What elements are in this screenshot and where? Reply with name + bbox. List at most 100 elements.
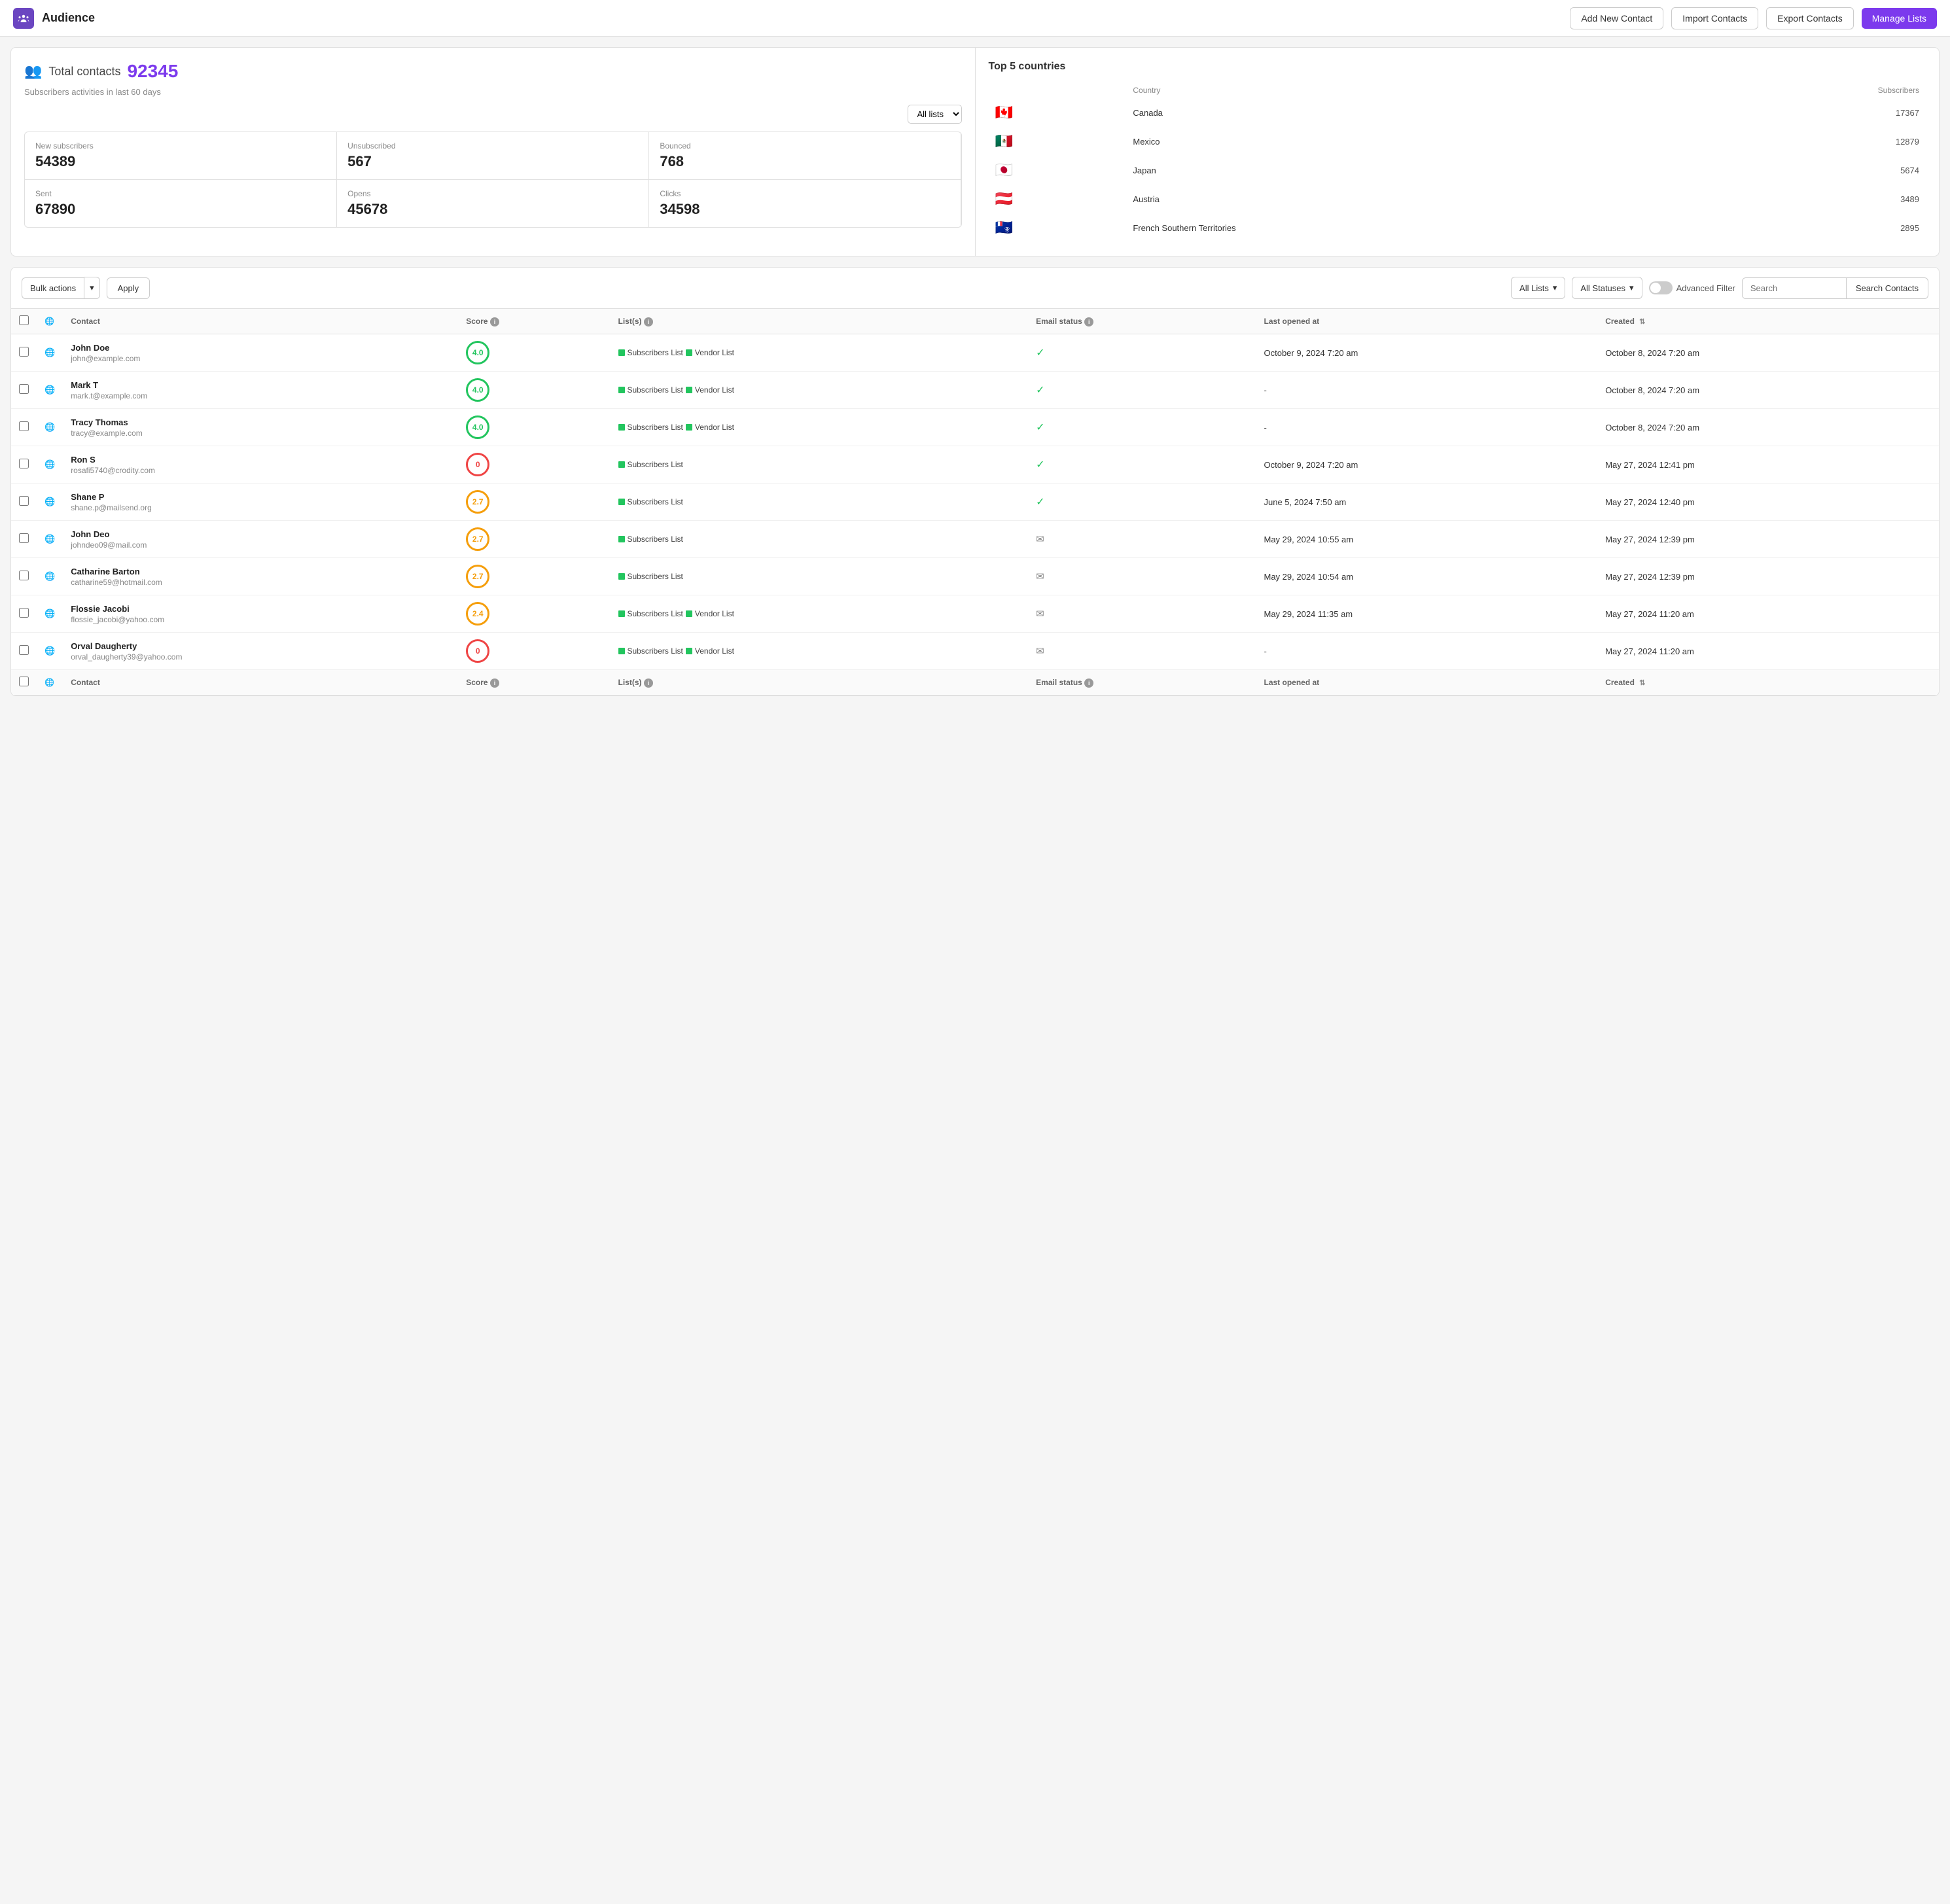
metrics-grid: New subscribers54389Unsubscribed567Bounc… (24, 132, 962, 228)
score-cell: 4.0 (458, 409, 610, 446)
bulk-actions-button[interactable]: Bulk actions (22, 277, 84, 299)
footer-email-status-info-icon[interactable]: i (1084, 679, 1093, 688)
metric-label: New subscribers (35, 141, 326, 150)
country-flag: 🇲🇽 (990, 128, 1127, 155)
all-statuses-dropdown[interactable]: All Statuses ▾ (1572, 277, 1642, 299)
search-contacts-button[interactable]: Search Contacts (1847, 277, 1928, 299)
row-checkbox[interactable] (19, 347, 29, 357)
row-checkbox[interactable] (19, 571, 29, 580)
all-lists-dropdown[interactable]: All Lists ▾ (1511, 277, 1565, 299)
footer-col-created: Created ⇅ (1597, 670, 1939, 696)
country-row: 🇲🇽 Mexico 12879 (990, 128, 1925, 155)
footer-col-score: Score i (458, 670, 610, 696)
select-all-checkbox[interactable] (19, 315, 29, 325)
filters-bar: Bulk actions ▾ Apply All Lists ▾ All Sta… (11, 268, 1939, 309)
row-checkbox[interactable] (19, 421, 29, 431)
table-row: 🌐 John Deo johndeo09@mail.com 2.7 Subscr… (11, 521, 1939, 558)
add-contact-button[interactable]: Add New Contact (1570, 7, 1663, 29)
country-flag: 🇨🇦 (990, 99, 1127, 126)
bulk-actions-chevron[interactable]: ▾ (84, 277, 100, 299)
row-checkbox-cell (11, 334, 37, 372)
table-header-row: 🌐 Contact Score i List(s) i Email status… (11, 309, 1939, 334)
score-cell: 0 (458, 633, 610, 670)
col-contact-header: Contact (63, 309, 458, 334)
footer-col-last-opened: Last opened at (1256, 670, 1598, 696)
row-checkbox-cell (11, 595, 37, 633)
manage-lists-button[interactable]: Manage Lists (1862, 8, 1937, 29)
email-status-cell: ✉ (1028, 521, 1256, 558)
last-opened-cell: May 29, 2024 11:35 am (1256, 595, 1598, 633)
row-checkbox[interactable] (19, 533, 29, 543)
list-dot (618, 610, 625, 617)
import-contacts-button[interactable]: Import Contacts (1671, 7, 1758, 29)
created-sort-icon[interactable]: ⇅ (1639, 318, 1645, 326)
lists-info-icon[interactable]: i (644, 317, 653, 326)
row-checkbox[interactable] (19, 459, 29, 468)
advanced-filter-label: Advanced Filter (1676, 283, 1735, 293)
score-circle: 0 (466, 453, 489, 476)
last-opened-cell: - (1256, 633, 1598, 670)
list-tag: Subscribers List (618, 646, 683, 656)
list-tag: Vendor List (686, 646, 734, 656)
row-globe-icon: 🌐 (44, 347, 55, 357)
contact-name[interactable]: Orval Daugherty (71, 641, 450, 651)
contact-name[interactable]: Shane P (71, 492, 450, 502)
list-tag: Subscribers List (618, 535, 683, 544)
advanced-filter-toggle[interactable] (1649, 281, 1673, 294)
footer-created-sort-icon[interactable]: ⇅ (1639, 679, 1645, 687)
score-cell: 4.0 (458, 334, 610, 372)
contact-cell: John Doe john@example.com (63, 334, 458, 372)
score-circle: 4.0 (466, 341, 489, 364)
footer-select-all-checkbox[interactable] (19, 677, 29, 686)
contact-name[interactable]: Ron S (71, 455, 450, 465)
row-globe-cell: 🌐 (37, 558, 63, 595)
email-status-info-icon[interactable]: i (1084, 317, 1093, 326)
contact-cell: Ron S rosafi5740@crodity.com (63, 446, 458, 484)
col-email-status-header: Email status i (1028, 309, 1256, 334)
email-status-cell: ✓ (1028, 409, 1256, 446)
search-input[interactable] (1742, 277, 1847, 299)
app-logo (13, 8, 34, 29)
total-contacts-row: 👥 Total contacts 92345 (24, 61, 962, 82)
contact-name[interactable]: John Doe (71, 343, 450, 353)
all-lists-select[interactable]: All lists (908, 105, 962, 124)
score-info-icon[interactable]: i (490, 317, 499, 326)
row-globe-icon: 🌐 (44, 385, 55, 395)
row-globe-cell: 🌐 (37, 372, 63, 409)
footer-globe-header: 🌐 (37, 670, 63, 696)
contact-name[interactable]: Mark T (71, 380, 450, 390)
contact-cell: John Deo johndeo09@mail.com (63, 521, 458, 558)
row-checkbox[interactable] (19, 496, 29, 506)
score-cell: 2.7 (458, 558, 610, 595)
row-checkbox-cell (11, 633, 37, 670)
apply-button[interactable]: Apply (107, 277, 151, 299)
contact-name[interactable]: Flossie Jacobi (71, 604, 450, 614)
globe-icon: 🌐 (44, 317, 54, 326)
footer-lists-info-icon[interactable]: i (644, 679, 653, 688)
contact-name[interactable]: Catharine Barton (71, 567, 450, 576)
table-row: 🌐 Catharine Barton catharine59@hotmail.c… (11, 558, 1939, 595)
created-cell: May 27, 2024 12:41 pm (1597, 446, 1939, 484)
email-status-check: ✓ (1036, 422, 1044, 433)
lists-cell: Subscribers ListVendor List (611, 334, 1029, 372)
metric-value: 54389 (35, 153, 326, 170)
contact-name[interactable]: Tracy Thomas (71, 417, 450, 427)
row-checkbox[interactable] (19, 645, 29, 655)
list-dot (686, 387, 692, 393)
contact-name[interactable]: John Deo (71, 529, 450, 539)
row-checkbox[interactable] (19, 608, 29, 618)
app-title: Audience (42, 11, 95, 25)
footer-score-info-icon[interactable]: i (490, 679, 499, 688)
email-status-mail: ✉ (1036, 534, 1044, 545)
row-checkbox[interactable] (19, 384, 29, 394)
row-checkbox-cell (11, 521, 37, 558)
email-status-check: ✓ (1036, 459, 1044, 470)
export-contacts-button[interactable]: Export Contacts (1766, 7, 1854, 29)
contact-cell: Mark T mark.t@example.com (63, 372, 458, 409)
country-row: 🇯🇵 Japan 5674 (990, 156, 1925, 184)
list-dot (618, 349, 625, 356)
last-opened-cell: - (1256, 409, 1598, 446)
last-opened-cell: June 5, 2024 7:50 am (1256, 484, 1598, 521)
contact-email: catharine59@hotmail.com (71, 578, 450, 587)
contacts-icon: 👥 (24, 63, 42, 80)
